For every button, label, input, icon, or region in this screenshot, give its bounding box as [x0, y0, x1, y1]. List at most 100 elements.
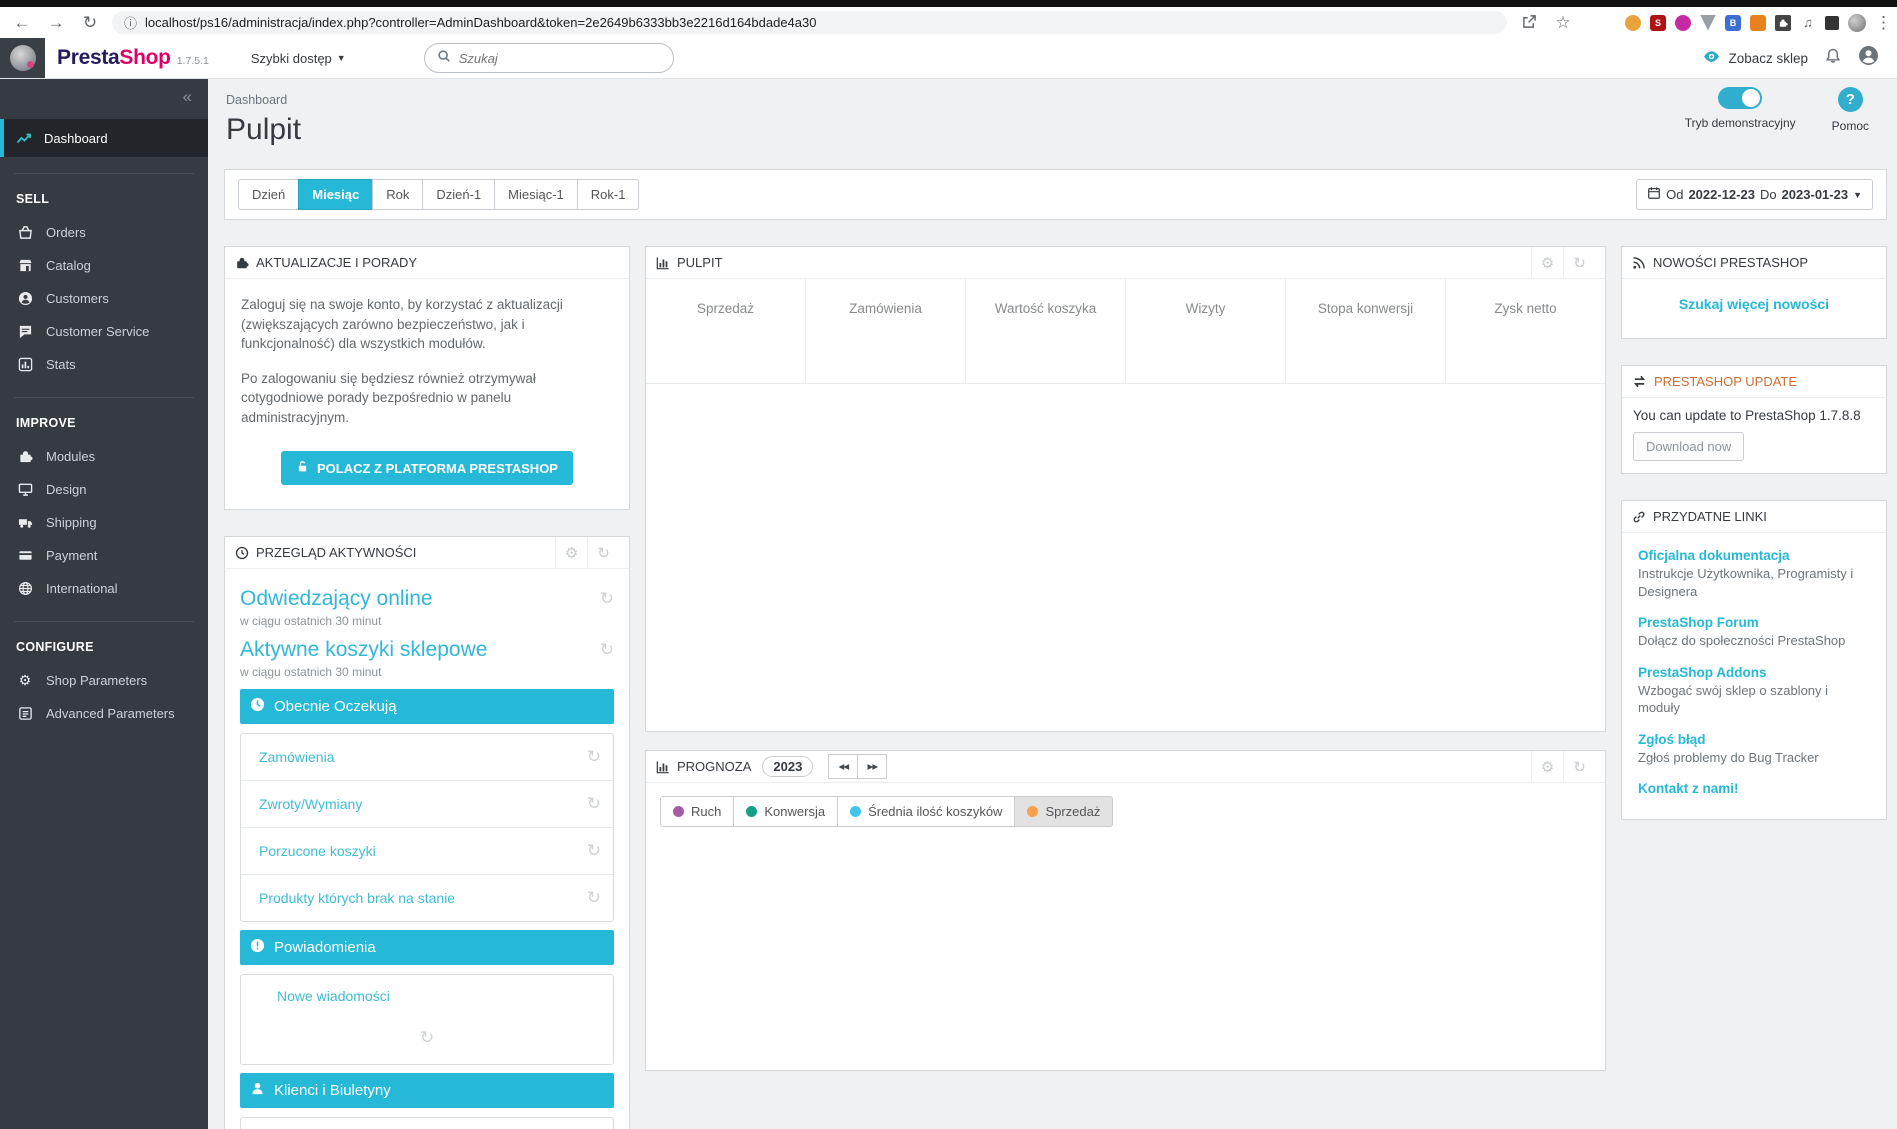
range-year-1-button[interactable]: Rok-1: [576, 179, 640, 210]
help-icon[interactable]: ?: [1837, 87, 1863, 112]
address-bar[interactable]: ⓘ localhost/ps16/administracja/index.php…: [112, 11, 1507, 34]
cookie-extension-icon[interactable]: [1625, 14, 1641, 31]
site-info-icon[interactable]: ⓘ: [124, 13, 137, 32]
sidebar-item-international[interactable]: International: [0, 572, 208, 605]
sidebar-item-customer-service[interactable]: Customer Service: [0, 315, 208, 348]
sidebar-section-improve: IMPROVE: [16, 416, 76, 430]
dark-square-extension-icon[interactable]: [1825, 15, 1839, 30]
sales-dot-icon: [1027, 806, 1039, 817]
news-panel: NOWOŚCI PRESTASHOP Szukaj więcej nowości: [1621, 246, 1887, 339]
legend-avg-carts-button[interactable]: Średnia ilość koszyków: [837, 796, 1016, 827]
sidebar-item-design[interactable]: Design: [0, 473, 208, 506]
sidebar-item-stats[interactable]: Stats: [0, 348, 208, 381]
refresh-icon[interactable]: ↻: [600, 640, 614, 660]
purple-extension-icon[interactable]: [1675, 14, 1691, 31]
bookmark-star-icon[interactable]: ☆: [1551, 13, 1575, 33]
refresh-icon[interactable]: ↻: [420, 1028, 434, 1047]
updates-panel: AKTUALIZACJE I PORADY Zaloguj się na swo…: [224, 246, 630, 511]
view-shop-link[interactable]: Zobacz sklep: [1703, 48, 1808, 68]
metamask-extension-icon[interactable]: [1750, 14, 1766, 31]
chevron-down-icon: ▼: [1853, 189, 1862, 200]
blue-tag-extension-icon[interactable]: B: [1725, 14, 1741, 31]
returns-link[interactable]: Zwroty/Wymiany: [259, 796, 362, 812]
page-header-controls: Tryb demonstracyjny ? Pomoc: [1685, 87, 1869, 133]
notifications-bell-icon[interactable]: [1824, 47, 1842, 70]
refresh-icon[interactable]: ↻: [587, 794, 601, 814]
pending-section-header: Obecnie Oczekują: [240, 689, 614, 725]
account-avatar-icon[interactable]: [1858, 45, 1879, 71]
sidebar-item-modules[interactable]: Modules: [0, 440, 208, 473]
puzzle-extensions-icon[interactable]: [1775, 14, 1791, 31]
active-carts-link[interactable]: Aktywne koszyki sklepowe: [240, 638, 487, 662]
sidebar-item-shipping[interactable]: Shipping: [0, 506, 208, 539]
share-icon[interactable]: [1517, 14, 1541, 32]
playlist-extension-icon[interactable]: ♫: [1800, 15, 1816, 30]
browser-menu-icon[interactable]: ⋮: [1875, 13, 1892, 33]
refresh-icon[interactable]: ↻: [1563, 247, 1595, 278]
gear-icon[interactable]: ⚙: [1531, 751, 1563, 782]
range-day-button[interactable]: Dzień: [238, 179, 300, 210]
refresh-icon[interactable]: ↻: [587, 841, 601, 861]
abandoned-carts-link[interactable]: Porzucone koszyki: [259, 843, 376, 859]
credit-card-icon: [17, 548, 33, 564]
addons-link[interactable]: PrestaShop Addons: [1638, 665, 1870, 680]
gear-icon[interactable]: ⚙: [1531, 247, 1563, 278]
breadcrumb: Dashboard: [226, 93, 288, 107]
sidebar-item-shop-parameters[interactable]: ⚙ Shop Parameters: [0, 664, 208, 697]
monitor-icon: [17, 482, 33, 498]
range-month-1-button[interactable]: Miesiąc-1: [494, 179, 578, 210]
demo-mode-toggle[interactable]: [1718, 87, 1763, 109]
forum-link[interactable]: PrestaShop Forum: [1638, 615, 1870, 630]
sidebar-item-payment[interactable]: Payment: [0, 539, 208, 572]
browser-reload-button[interactable]: ↻: [78, 13, 102, 33]
new-messages-link[interactable]: Nowe wiadomości: [277, 988, 390, 1004]
range-year-button[interactable]: Rok: [372, 179, 424, 210]
official-docs-link[interactable]: Oficjalna dokumentacja: [1638, 548, 1870, 563]
admin-search-box[interactable]: [423, 43, 674, 73]
sidebar-item-catalog[interactable]: Catalog: [0, 249, 208, 282]
sidebar-collapse-button[interactable]: «: [0, 79, 208, 111]
refresh-icon[interactable]: ↻: [587, 747, 601, 767]
seo-extension-icon[interactable]: S: [1650, 14, 1666, 31]
sidebar-item-customers[interactable]: Customers: [0, 282, 208, 315]
date-range-picker[interactable]: Od 2022-12-23 Do 2023-01-23 ▼: [1636, 179, 1873, 210]
contact-us-link[interactable]: Kontakt z nami!: [1638, 781, 1870, 796]
out-of-stock-link[interactable]: Produkty których brak na stanie: [259, 890, 455, 906]
search-input[interactable]: [458, 50, 661, 66]
browser-back-button[interactable]: ←: [10, 13, 34, 33]
forecast-prev-button[interactable]: ◀◀: [828, 754, 859, 779]
download-now-button[interactable]: Download now: [1633, 432, 1745, 461]
refresh-icon[interactable]: ↻: [600, 589, 614, 609]
browser-forward-button[interactable]: →: [44, 13, 68, 33]
avg-carts-dot-icon: [850, 806, 862, 817]
refresh-icon[interactable]: ↻: [587, 537, 619, 569]
quick-access-dropdown[interactable]: Szybki dostęp ▼: [251, 51, 346, 66]
activity-panel: PRZEGLĄD AKTYWNOŚCI ⚙ ↻ Odwiedzający onl…: [224, 536, 630, 1129]
online-visitors-link[interactable]: Odwiedzający online: [240, 587, 433, 611]
vue-devtools-extension-icon[interactable]: [1700, 14, 1716, 31]
sidebar-item-advanced-parameters[interactable]: Advanced Parameters: [0, 697, 208, 730]
more-news-link[interactable]: Szukaj więcej nowości: [1679, 296, 1829, 312]
range-month-button[interactable]: Miesiąc: [298, 179, 374, 210]
legend-sales-button[interactable]: Sprzedaż: [1014, 796, 1114, 827]
report-bug-link[interactable]: Zgłoś błąd: [1638, 732, 1870, 747]
browser-profile-avatar[interactable]: [1848, 13, 1866, 32]
active-carts-subtitle: w ciągu ostatnich 30 minut: [240, 665, 382, 680]
gear-icon[interactable]: ⚙: [555, 537, 587, 569]
useful-links-panel: PRZYDATNE LINKI Oficjalna dokumentacja I…: [1621, 500, 1887, 821]
range-day-1-button[interactable]: Dzień-1: [422, 179, 496, 210]
prestashop-logo[interactable]: PrestaShop: [57, 46, 171, 70]
sidebar-item-dashboard[interactable]: Dashboard: [0, 119, 208, 157]
forecast-next-button[interactable]: ▶▶: [857, 754, 888, 779]
forecast-chart-area: [660, 827, 1591, 1057]
refresh-icon[interactable]: ↻: [587, 888, 601, 908]
sidebar-item-orders[interactable]: Orders: [0, 216, 208, 249]
refresh-icon[interactable]: ↻: [1563, 751, 1595, 782]
employee-avatar-tile[interactable]: [0, 38, 45, 78]
legend-conversion-button[interactable]: Konwersja: [733, 796, 839, 827]
connect-prestashop-button[interactable]: POLACZ Z PLATFORMA PRESTASHOP: [281, 451, 573, 486]
forecast-panel-title: PROGNOZA: [677, 759, 752, 774]
orders-link[interactable]: Zamówienia: [259, 749, 334, 765]
legend-traffic-button[interactable]: Ruch: [660, 796, 735, 827]
unlock-icon: [296, 460, 309, 476]
